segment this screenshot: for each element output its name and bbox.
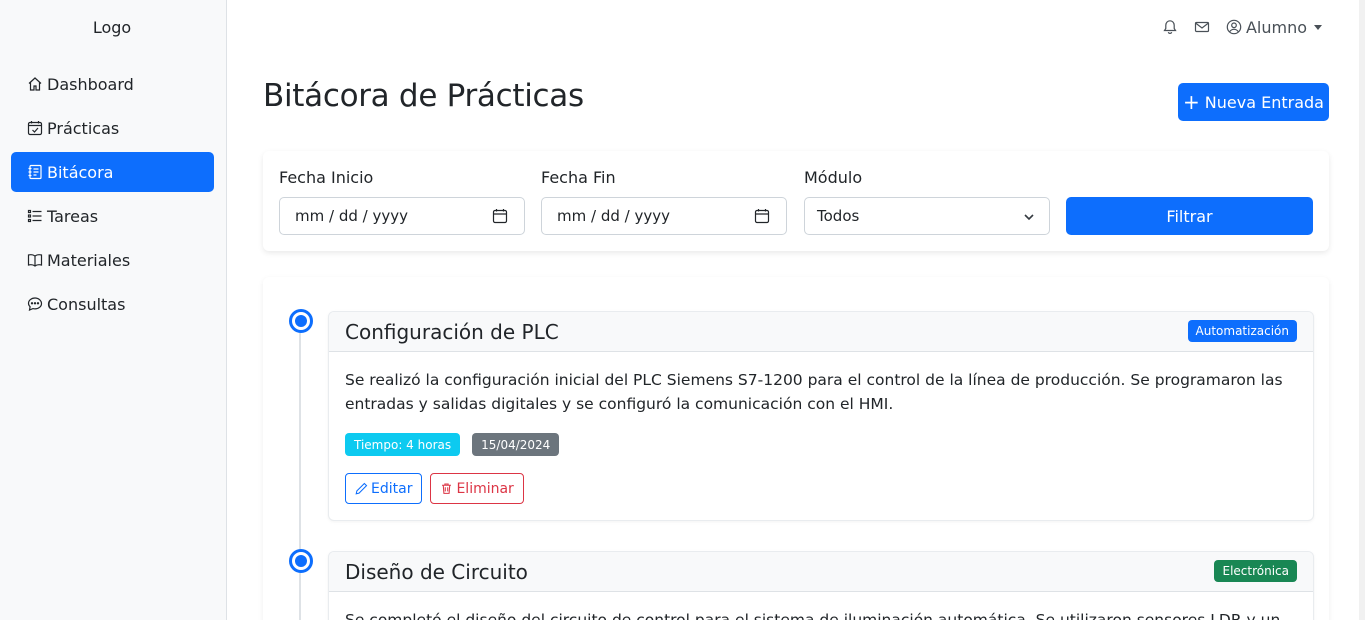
module-label: Módulo [804,168,863,187]
chevron-down-icon [1024,214,1034,221]
new-entry-label: Nueva Entrada [1204,92,1324,112]
sidebar-item-practicas[interactable]: Prácticas [11,108,214,148]
pencil-icon [355,482,368,495]
sidebar: Logo Dashboard Prácticas Bitácora Tareas… [0,0,227,620]
entry-body: Se realizó la configuración inicial del … [329,352,1313,520]
entry-title: Diseño de Circuito [345,560,528,584]
end-date-input[interactable]: mm / dd / yyyy [541,197,787,235]
page-title: Bitácora de Prácticas [263,78,584,114]
book-icon [27,254,43,267]
timeline: Configuración de PLC Automatización Se r… [263,277,1329,620]
log-entry-card: Configuración de PLC Automatización Se r… [328,311,1314,521]
trash-icon [442,483,452,494]
new-entry-button[interactable]: + Nueva Entrada [1178,83,1329,121]
time-badge: Tiempo: 4 horas [345,433,461,456]
page-scrollbar[interactable] [1359,0,1365,620]
sidebar-item-dashboard[interactable]: Dashboard [11,64,214,104]
logo[interactable]: Logo [0,18,224,37]
filter-button[interactable]: Filtrar [1066,197,1313,235]
entry-description: Se realizó la configuración inicial del … [345,371,1283,413]
entry-header: Diseño de Circuito Electrónica [329,552,1313,592]
filter-panel: Fecha Inicio mm / dd / yyyy Fecha Fin mm… [263,151,1329,251]
module-select[interactable]: Todos [804,197,1050,235]
sidebar-item-consultas[interactable]: Consultas [11,284,214,324]
list-task-icon [27,209,42,223]
start-date-label: Fecha Inicio [279,168,374,187]
caret-down-icon [1314,24,1322,30]
timeline-marker [289,309,313,333]
sidebar-item-label: Tareas [47,206,99,226]
envelope-icon[interactable] [1194,19,1210,35]
user-name: Alumno [1245,17,1307,37]
module-selected-value: Todos [817,207,860,225]
date-badge: 15/04/2024 [472,433,560,456]
bell-icon[interactable] [1162,19,1178,35]
sidebar-item-materiales[interactable]: Materiales [11,240,214,280]
log-entry-card: Diseño de Circuito Electrónica Se comple… [328,551,1314,620]
end-date-value: mm / dd / yyyy [557,207,670,225]
entry-actions: Editar Eliminar [345,473,1297,504]
end-date-label: Fecha Fin [541,168,616,187]
timeline-line [299,317,301,620]
sidebar-item-label: Consultas [47,294,126,314]
sidebar-item-bitacora[interactable]: Bitácora [11,152,214,192]
sidebar-nav: Dashboard Prácticas Bitácora Tareas Mate… [11,64,214,328]
entry-body: Se completó el diseño del circuito de co… [329,592,1313,620]
sidebar-item-label: Bitácora [47,162,114,182]
sidebar-item-label: Dashboard [47,74,134,94]
calendar-icon[interactable] [492,208,508,224]
house-icon [28,77,42,91]
start-date-input[interactable]: mm / dd / yyyy [279,197,525,235]
entry-meta: Tiempo: 4 horas 15/04/2024 [345,433,1297,456]
timeline-marker [289,549,313,573]
module-badge: Electrónica [1214,560,1297,582]
entry-description: Se completó el diseño del circuito de co… [345,611,1281,620]
calendar-check-icon [27,121,43,136]
sidebar-item-tareas[interactable]: Tareas [11,196,214,236]
entry-title: Configuración de PLC [345,320,559,344]
edit-label: Editar [371,480,413,497]
entry-header: Configuración de PLC Automatización [329,312,1313,352]
user-menu-dropdown[interactable]: Alumno [1226,18,1322,37]
topbar: Alumno [1146,16,1322,38]
plus-icon: + [1183,90,1200,114]
module-badge: Automatización [1187,320,1297,342]
sidebar-item-label: Materiales [47,250,131,270]
chat-dots-icon [27,297,43,311]
delete-label: Eliminar [456,480,514,497]
sidebar-item-label: Prácticas [47,118,120,138]
person-circle-icon [1226,19,1242,35]
journal-text-icon [28,164,42,180]
calendar-icon[interactable] [754,208,770,224]
delete-button[interactable]: Eliminar [430,473,524,504]
start-date-value: mm / dd / yyyy [295,207,408,225]
edit-button[interactable]: Editar [345,473,423,504]
